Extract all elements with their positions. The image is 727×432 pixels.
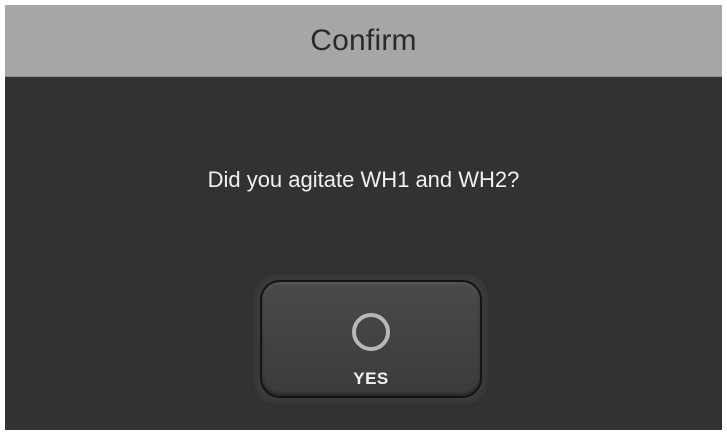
circle-icon bbox=[352, 313, 390, 351]
dialog-titlebar: Confirm bbox=[5, 5, 722, 77]
dialog-title: Confirm bbox=[310, 23, 417, 57]
confirm-message: Did you agitate WH1 and WH2? bbox=[207, 167, 520, 192]
yes-button[interactable]: YES bbox=[260, 280, 482, 398]
confirm-dialog: Confirm Did you agitate WH1 and WH2? YES bbox=[5, 5, 722, 430]
yes-button-label: YES bbox=[353, 369, 389, 388]
